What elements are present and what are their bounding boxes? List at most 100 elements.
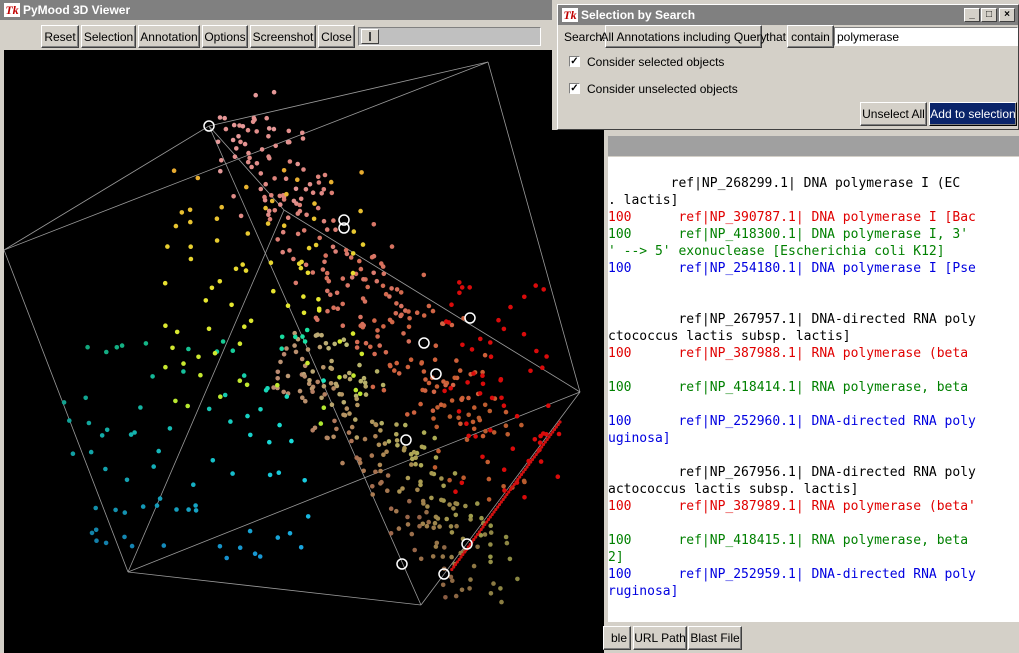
scatter-point	[237, 545, 243, 550]
scatter-point	[436, 448, 441, 454]
scatter-point	[433, 514, 439, 520]
scatter-point	[103, 540, 109, 546]
scatter-point	[251, 115, 257, 121]
scatter-point	[453, 489, 458, 495]
scatter-point	[242, 324, 247, 330]
scatter-point	[478, 336, 483, 342]
scatter-point	[358, 208, 363, 214]
scatter-point	[369, 453, 375, 458]
scatter-point	[357, 457, 362, 462]
scatter-point	[429, 495, 434, 501]
scatter-point	[285, 303, 291, 308]
scatter-point	[354, 396, 360, 402]
scatter-point	[476, 415, 482, 421]
scatter-point	[316, 308, 322, 313]
scatter-point	[170, 345, 175, 351]
scatter-point	[448, 385, 454, 391]
log-line: 100 ref|NP_252959.1| DNA-directed RNA po…	[608, 567, 976, 582]
scatter-point	[154, 503, 160, 508]
unselect-all-button[interactable]: Unselect All	[860, 102, 927, 126]
scatter-point	[240, 262, 245, 267]
scatter-point	[503, 409, 509, 415]
scatter-point	[443, 595, 448, 600]
scatter-point	[503, 423, 509, 429]
scatter-point	[432, 465, 438, 470]
search-query-input[interactable]	[834, 27, 1018, 46]
scatter-point	[334, 290, 340, 296]
scatter-point	[281, 389, 287, 395]
scatter-point	[406, 324, 412, 330]
scatter-point	[299, 356, 305, 362]
scatter-point	[322, 172, 328, 178]
add-to-selection-button[interactable]: Add to selection	[929, 102, 1017, 126]
zoom-slider[interactable]	[358, 27, 541, 46]
scatter-point	[93, 527, 99, 533]
tab-blast-file[interactable]: Blast File	[688, 626, 742, 650]
scatter-point	[452, 375, 458, 381]
scatter-point	[394, 508, 399, 514]
scatter-point	[337, 375, 342, 380]
scatter-point	[440, 554, 446, 559]
consider-selected-checkbox[interactable]: ✓	[569, 56, 580, 67]
close-icon[interactable]: ×	[999, 8, 1015, 22]
scatter-point	[301, 228, 307, 233]
consider-unselected-checkbox[interactable]: ✓	[569, 83, 580, 94]
scatter-point	[473, 434, 478, 439]
screenshot-button[interactable]: Screenshot	[250, 25, 316, 48]
scatter-point	[310, 270, 316, 275]
selection-button[interactable]: Selection	[81, 25, 136, 48]
scatter-point	[281, 168, 287, 173]
scatter-point	[409, 462, 414, 467]
scatter-point	[379, 420, 385, 426]
maximize-icon[interactable]: □	[981, 8, 997, 22]
minimize-icon[interactable]: _	[964, 8, 980, 22]
scatter-point	[429, 471, 434, 476]
contain-operator-button[interactable]: contain	[787, 25, 834, 48]
scatter-point	[330, 244, 336, 250]
scatter-point	[405, 412, 410, 417]
scatter-point	[505, 432, 511, 437]
scatter-point	[156, 448, 161, 454]
scatter-point	[346, 430, 352, 435]
scatter-point	[538, 459, 544, 464]
scatter-point	[275, 535, 281, 540]
annotation-button[interactable]: Annotation	[138, 25, 200, 48]
scatter-point	[373, 469, 378, 475]
tab-url-path[interactable]: URL Path	[633, 626, 687, 650]
scatter-point	[421, 430, 427, 435]
scatter-point	[534, 348, 539, 354]
close-button[interactable]: Close	[318, 25, 355, 48]
viewer-titlebar[interactable]: Tk PyMood 3D Viewer	[0, 0, 552, 20]
scatter-point	[188, 219, 193, 225]
scatter-point	[167, 426, 173, 431]
slider-handle[interactable]	[361, 29, 379, 44]
search-dialog-titlebar[interactable]: Tk Selection by Search _ □ ×	[558, 5, 1018, 25]
scatter-point	[555, 474, 561, 480]
3d-scatter-canvas[interactable]	[4, 50, 607, 653]
scatter-point	[370, 384, 376, 390]
options-button[interactable]: Options	[202, 25, 248, 48]
reset-button[interactable]: Reset	[41, 25, 79, 48]
blast-log-text[interactable]: ref|NP_268299.1| DNA polymerase I (EC . …	[608, 157, 1019, 622]
scatter-point	[291, 256, 296, 262]
scatter-point	[431, 416, 436, 421]
scatter-point	[544, 354, 549, 359]
scatter-point	[374, 369, 380, 374]
scatter-point	[332, 341, 338, 347]
log-line: 2]	[608, 550, 624, 565]
scatter-point	[212, 350, 218, 356]
tab-table[interactable]: ble	[603, 626, 631, 650]
scatter-point	[399, 303, 404, 309]
scatter-point	[349, 424, 355, 430]
log-line: 100 ref|NP_418415.1| RNA polymerase, bet…	[608, 533, 976, 548]
scatter-point	[67, 418, 72, 423]
scatter-point	[306, 245, 312, 251]
scatter-point	[432, 357, 438, 363]
annotation-scope-button[interactable]: All Annotations including Query	[600, 25, 767, 48]
scatter-point	[302, 374, 308, 379]
viewer-title: PyMood 3D Viewer	[23, 3, 131, 17]
scatter-point	[262, 194, 267, 200]
scatter-point	[355, 402, 360, 408]
scatter-point	[328, 292, 333, 297]
scatter-point	[406, 339, 412, 344]
